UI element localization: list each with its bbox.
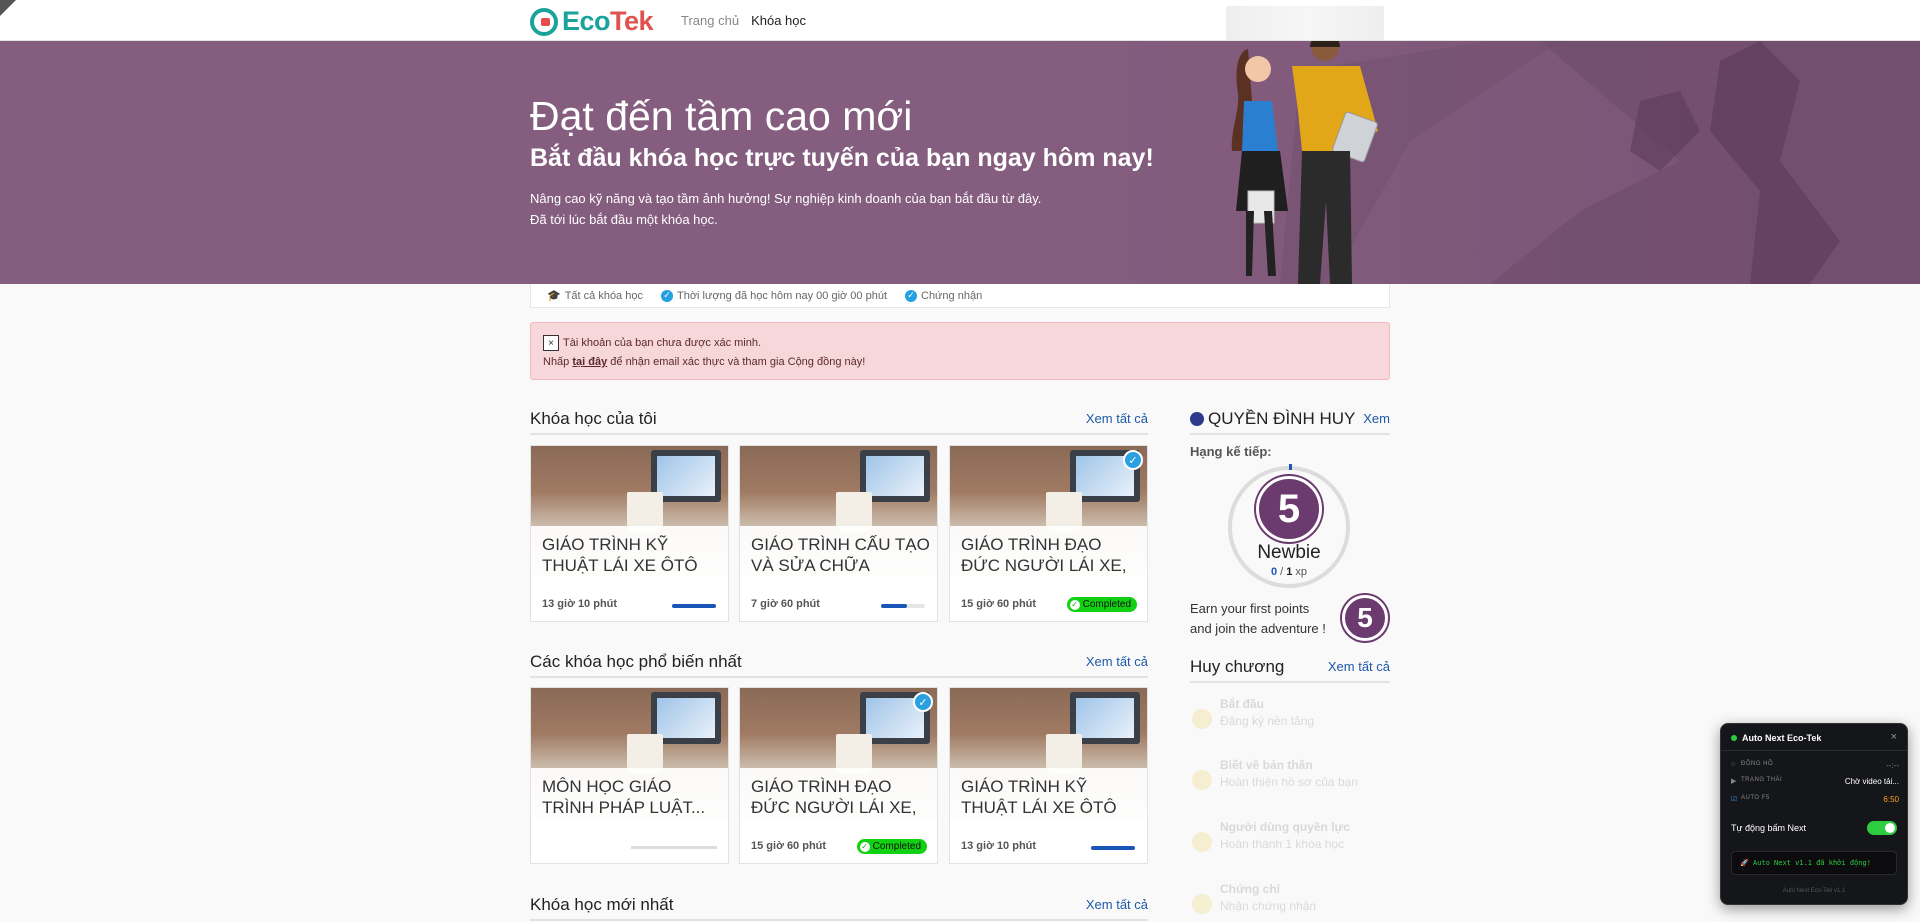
alert-message: Tài khoản của bạn chưa được xác minh. <box>563 337 762 349</box>
completed-badge: ✓ Completed <box>1066 597 1137 612</box>
section-title: Khóa học mới nhất <box>530 895 674 914</box>
completed-badge: ✓ Completed <box>856 839 927 854</box>
alert-instructions: Nhấp tại đây để nhận email xác thực và t… <box>543 356 866 368</box>
profile-name: QUYỀN ĐÌNH HUY <box>1208 409 1356 428</box>
level-badge: 5 <box>1256 476 1322 542</box>
brand-logo[interactable]: EcoTek <box>530 6 654 37</box>
strip-study-time: ✓ Thời lượng đã học hôm nay 00 giờ 00 phú… <box>660 289 887 302</box>
popular-courses-header: Các khóa học phổ biến nhất Xem tất cả <box>530 648 1148 678</box>
course-title: GIÁO TRÌNH ĐẠO ĐỨC NGƯỜI LÁI XE, VĂN... <box>751 777 917 817</box>
auto-next-toggle[interactable] <box>1867 821 1897 835</box>
medal-item: Chứng chỉ Nhận chứng nhận <box>1190 882 1390 922</box>
medals-see-all-link[interactable]: Xem tất cả <box>1328 659 1390 674</box>
hero-title: Đạt đến tầm cao mới <box>530 93 913 139</box>
hero-banner: Đạt đến tầm cao mới Bắt đầu khóa học trự… <box>0 41 1920 284</box>
check-icon: ✓ <box>1069 599 1080 610</box>
status-dot-icon <box>1731 735 1737 741</box>
progress-bar <box>881 604 925 608</box>
course-duration: 15 giờ 60 phút <box>751 840 827 852</box>
medal-icon <box>1192 770 1212 790</box>
course-card[interactable]: MÔN HỌC GIÁO TRÌNH PHÁP LUẬT... <box>530 687 729 864</box>
earn-text-line1: Earn your first points <box>1190 601 1310 616</box>
xp-counter: 0 / 1 xp <box>1270 566 1308 578</box>
check-circle-icon: ✓ <box>660 289 673 302</box>
course-card[interactable]: GIÁO TRÌNH KỸ THUẬT LÁI XE ÔTÔ 13 giờ 10… <box>949 687 1148 864</box>
medal-item: Biết về bản thân Hoàn thiện hồ sơ của bạn <box>1190 758 1390 798</box>
extension-log: 🚀 Auto Next v1.1 đã khởi động! <box>1731 851 1897 875</box>
newest-courses-header: Khóa học mới nhất Xem tất cả <box>530 891 1148 921</box>
play-icon: ▶ <box>1731 778 1737 785</box>
checkbox-icon[interactable]: ☑ <box>1731 795 1737 803</box>
ecotek-logo-icon <box>530 7 558 36</box>
extension-close-button[interactable]: × <box>1891 731 1897 743</box>
section-title: Các khóa học phổ biến nhất <box>530 652 742 671</box>
user-menu-blurred[interactable] <box>1226 6 1384 40</box>
course-card[interactable]: GIÁO TRÌNH KỸ THUẬT LÁI XE ÔTÔ 13 giờ 10… <box>530 445 729 622</box>
course-card[interactable]: ✓ GIÁO TRÌNH ĐẠO ĐỨC NGƯỜI LÁI XE, VĂN..… <box>739 687 938 864</box>
completed-check-icon: ✓ <box>1123 450 1143 470</box>
course-duration: 7 giờ 60 phút <box>751 598 820 610</box>
hero-illustration <box>1231 41 1920 284</box>
medal-item: Bắt đầu Đăng ký nền tảng <box>1190 697 1390 737</box>
auto-next-extension-panel: Auto Next Eco-Tek × ○ ĐỒNG HỒ --:-- ▶ TR… <box>1720 723 1908 905</box>
completed-check-icon: ✓ <box>913 692 933 712</box>
profile-header: QUYỀN ĐÌNH HUY Xem <box>1190 405 1390 435</box>
popular-see-all-link[interactable]: Xem tất cả <box>1086 654 1148 669</box>
section-title: Khóa học của tôi <box>530 409 657 428</box>
my-courses-see-all-link[interactable]: Xem tất cả <box>1086 411 1148 426</box>
user-icon <box>1190 412 1204 426</box>
medal-item: Người dùng quyền lực Hoàn thành 1 khóa họ… <box>1190 820 1390 860</box>
course-title: GIÁO TRÌNH ĐẠO ĐỨC NGƯỜI LÁI XE, VĂN... <box>961 535 1127 575</box>
extension-version: Auto Next Eco-Tek v1.1 <box>1782 888 1846 894</box>
my-courses-header: Khóa học của tôi Xem tất cả <box>530 405 1148 435</box>
clock-icon: ○ <box>1731 761 1736 768</box>
course-duration: 13 giờ 10 phút <box>961 840 1037 852</box>
top-navbar: EcoTek Trang chủ Khóa học <box>0 0 1920 41</box>
auto-next-toggle-label: Tự động bấm Next <box>1731 823 1807 833</box>
strip-all-courses[interactable]: 🎓 Tất cả khóa học <box>547 289 643 303</box>
verification-alert: × Tài khoản của bạn chưa được xác minh. … <box>530 322 1390 380</box>
course-title: GIÁO TRÌNH CẤU TẠO VÀ SỬA CHỮA THÔN... <box>751 535 930 575</box>
stats-strip: 🎓 Tất cả khóa học ✓ Thời lượng đã học hôm … <box>530 284 1390 308</box>
level-badge-small: 5 <box>1342 595 1388 641</box>
section-title: Huy chương <box>1190 657 1285 676</box>
progress-bar <box>672 604 716 608</box>
nav-home[interactable]: Trang chủ <box>681 13 739 28</box>
medal-icon <box>1192 832 1212 852</box>
course-title: MÔN HỌC GIÁO TRÌNH PHÁP LUẬT... <box>542 777 706 817</box>
alert-close-button[interactable]: × <box>543 335 559 351</box>
check-circle-icon: ✓ <box>905 289 917 302</box>
hero-subtitle: Bắt đầu khóa học trực tuyến của bạn ngay… <box>530 144 1154 172</box>
earn-text-line2: and join the adventure ! <box>1190 621 1326 636</box>
course-duration: 13 giờ 10 phút <box>542 598 618 610</box>
course-title: GIÁO TRÌNH KỸ THUẬT LÁI XE ÔTÔ <box>542 535 698 575</box>
hero-text-line2: Đã tới lúc bắt đầu một khóa học. <box>530 212 718 227</box>
course-card[interactable]: ✓ GIÁO TRÌNH ĐẠO ĐỨC NGƯỜI LÁI XE, VĂN..… <box>949 445 1148 622</box>
nav-courses[interactable]: Khóa học <box>751 13 806 28</box>
extension-title: Auto Next Eco-Tek <box>1731 733 1821 743</box>
rank-name: Newbie <box>1257 542 1321 563</box>
medal-icon <box>1192 709 1212 729</box>
medals-header: Huy chương Xem tất cả <box>1190 653 1390 683</box>
hero-text-line1: Nâng cao kỹ năng và tạo tầm ảnh hưởng! S… <box>530 191 1042 206</box>
corner-marker-icon <box>0 0 16 16</box>
progress-bar <box>631 846 717 849</box>
course-duration: 15 giờ 60 phút <box>961 598 1037 610</box>
medal-icon <box>1192 894 1212 914</box>
progress-bar <box>1091 846 1135 850</box>
course-title: GIÁO TRÌNH KỸ THUẬT LÁI XE ÔTÔ <box>961 777 1117 817</box>
check-icon: ✓ <box>859 841 870 852</box>
verify-link[interactable]: tại đây <box>572 356 607 368</box>
strip-certificates[interactable]: ✓ Chứng nhận <box>905 289 982 302</box>
rocket-icon: 🚀 <box>1740 859 1753 867</box>
graduation-cap-icon: 🎓 <box>547 290 561 302</box>
course-card[interactable]: GIÁO TRÌNH CẤU TẠO VÀ SỬA CHỮA THÔN... 7… <box>739 445 938 622</box>
newest-see-all-link[interactable]: Xem tất cả <box>1086 897 1148 912</box>
next-rank-label: Hạng kế tiếp: <box>1190 444 1272 459</box>
profile-view-link[interactable]: Xem <box>1363 411 1390 426</box>
brand-name: EcoTek <box>562 6 654 36</box>
main-nav: Trang chủ Khóa học <box>681 13 806 28</box>
